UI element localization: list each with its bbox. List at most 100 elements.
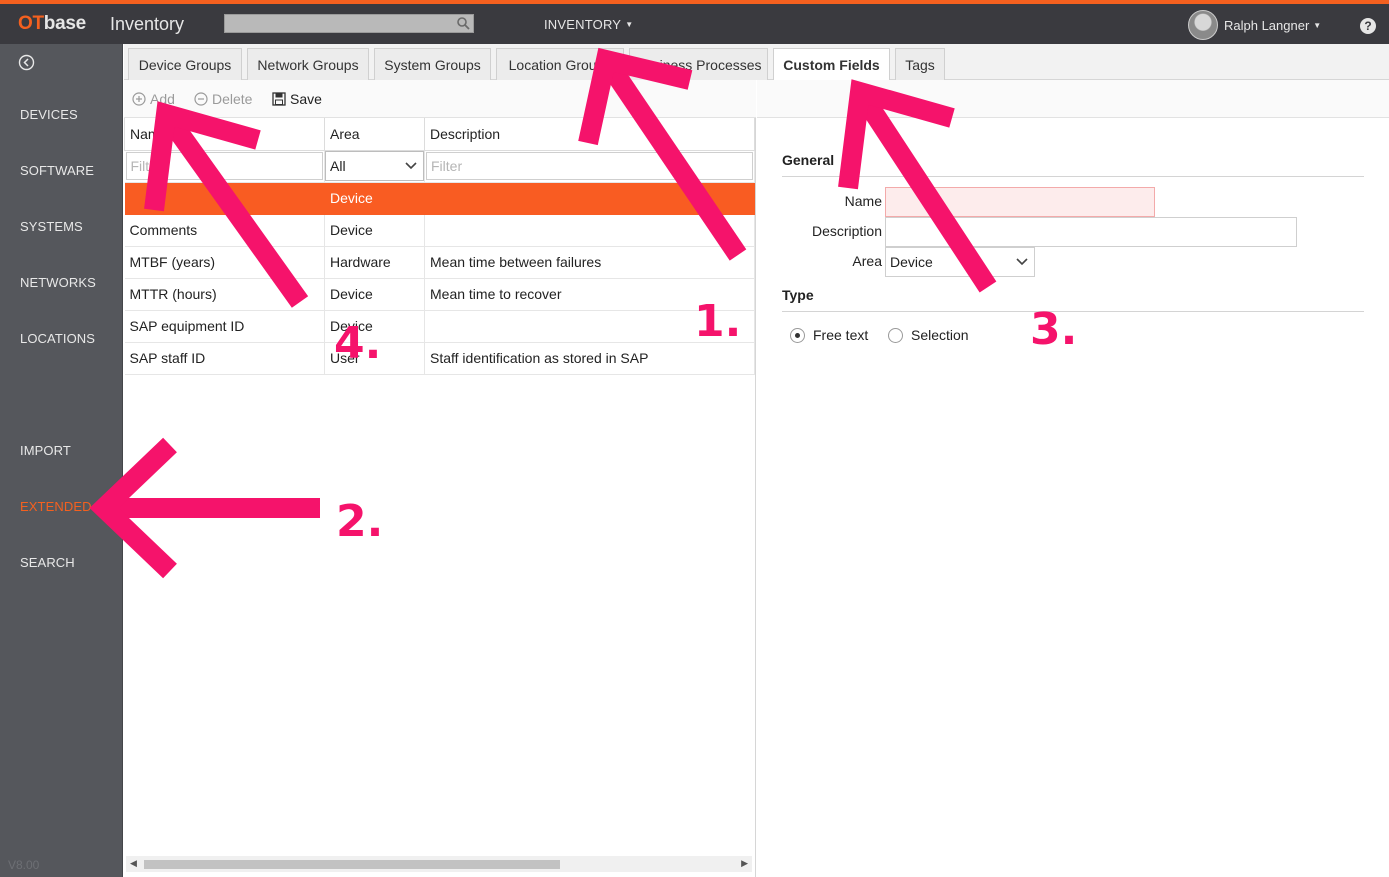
annotation-label-1: 1.: [694, 296, 742, 347]
inventory-menu-label: INVENTORY: [544, 17, 622, 32]
radio-selected-icon: [790, 327, 805, 343]
custom-fields-grid: Name Area Description Filter All Filter …: [124, 118, 755, 375]
table-row[interactable]: Comments Device: [124, 214, 755, 247]
name-label: Name: [844, 193, 882, 209]
chevron-down-icon: [1016, 258, 1028, 266]
sidebar-item-devices[interactable]: DEVICES: [20, 107, 78, 122]
tab-custom-fields[interactable]: Custom Fields: [773, 48, 890, 81]
column-header-area[interactable]: Area: [324, 118, 425, 151]
description-label: Description: [811, 223, 882, 239]
cell-name: SAP equipment ID: [124, 310, 325, 343]
sidebar: DEVICES SOFTWARE SYSTEMS NETWORKS LOCATI…: [0, 44, 123, 877]
global-search-input[interactable]: [224, 14, 474, 33]
area-filter-select[interactable]: All: [325, 151, 424, 181]
cell-area: Hardware: [324, 246, 425, 279]
cell-name: [124, 182, 325, 215]
general-section-title: General: [782, 152, 835, 168]
cell-name: MTTR (hours): [124, 278, 325, 311]
user-menu[interactable]: Ralph Langner ▼: [1188, 10, 1321, 40]
area-filter-value: All: [330, 158, 346, 174]
plus-circle-icon: [132, 92, 146, 106]
custom-fields-list-pane: Add Delete Save Name Area Description Fi…: [124, 80, 756, 877]
avatar: [1188, 10, 1218, 40]
tab-system-groups[interactable]: System Groups: [374, 48, 491, 80]
annotation-label-3: 3.: [1030, 304, 1078, 355]
app-logo[interactable]: OTbase: [18, 13, 86, 35]
sidebar-item-extended[interactable]: EXTENDED: [20, 499, 92, 514]
save-button[interactable]: Save: [272, 91, 322, 107]
annotation-label-4: 4.: [334, 318, 382, 369]
floppy-disk-icon: [272, 92, 286, 106]
save-label: Save: [290, 91, 322, 107]
area-select[interactable]: Device: [885, 247, 1035, 277]
type-selection-label: Selection: [911, 327, 969, 343]
app-title: Inventory: [110, 14, 185, 34]
cell-area: Device: [324, 278, 425, 311]
tab-network-groups[interactable]: Network Groups: [247, 48, 369, 80]
minus-circle-icon: [194, 92, 208, 106]
caret-down-icon: ▼: [625, 20, 634, 29]
cell-area: Device: [324, 214, 425, 247]
tab-location-groups[interactable]: Location Groups: [496, 48, 624, 80]
table-row[interactable]: MTBF (years) Hardware Mean time between …: [124, 246, 755, 279]
annotation-label-2: 2.: [336, 496, 384, 547]
user-name: Ralph Langner: [1224, 17, 1310, 33]
inventory-menu[interactable]: INVENTORY ▼: [544, 17, 633, 32]
name-field[interactable]: [885, 187, 1155, 217]
cell-description: [424, 182, 755, 215]
sidebar-item-import[interactable]: IMPORT: [20, 443, 71, 458]
search-icon: [457, 17, 470, 30]
logo-base: base: [43, 13, 86, 34]
area-select-value: Device: [890, 254, 933, 270]
delete-label: Delete: [212, 91, 253, 107]
column-header-name[interactable]: Name: [124, 118, 325, 151]
add-label: Add: [150, 91, 175, 107]
version-label: V8.00: [8, 858, 40, 872]
cell-description: Mean time between failures: [424, 246, 755, 279]
horizontal-scrollbar[interactable]: ◀ ▶: [126, 856, 752, 872]
table-row[interactable]: Device: [124, 182, 755, 215]
sidebar-item-software[interactable]: SOFTWARE: [20, 163, 94, 178]
sidebar-item-systems[interactable]: SYSTEMS: [20, 219, 83, 234]
table-row[interactable]: SAP staff ID User Staff identification a…: [124, 342, 755, 375]
area-label: Area: [852, 253, 882, 269]
type-section-title: Type: [782, 287, 814, 303]
cell-name: MTBF (years): [124, 246, 325, 279]
cell-name: SAP staff ID: [124, 342, 325, 375]
top-bar: OTbase Inventory INVENTORY ▼ Ralph Langne…: [0, 0, 1389, 44]
detail-toolbar: [757, 80, 1389, 118]
filter-row: Filter All Filter: [124, 150, 755, 183]
caret-down-icon: ▼: [1313, 20, 1322, 30]
name-filter-input[interactable]: Filter: [125, 152, 323, 180]
cell-name: Comments: [124, 214, 325, 247]
table-row[interactable]: SAP equipment ID Device: [124, 310, 755, 343]
list-toolbar: Add Delete Save: [124, 80, 756, 118]
type-selection-radio[interactable]: Selection: [888, 327, 969, 343]
delete-button[interactable]: Delete: [194, 91, 252, 107]
scrollbar-thumb[interactable]: [144, 860, 560, 869]
tab-tags[interactable]: Tags: [895, 48, 945, 80]
description-field[interactable]: [885, 217, 1297, 247]
description-filter-input[interactable]: Filter: [426, 152, 753, 180]
tab-bar: Device Groups Network Groups System Grou…: [124, 44, 1389, 81]
column-header-description[interactable]: Description: [424, 118, 755, 151]
sidebar-item-networks[interactable]: NETWORKS: [20, 275, 96, 290]
type-free-text-radio[interactable]: Free text: [790, 327, 868, 343]
back-arrow-icon[interactable]: [18, 54, 35, 71]
sidebar-item-locations[interactable]: LOCATIONS: [20, 331, 95, 346]
cell-description: [424, 214, 755, 247]
sidebar-item-search[interactable]: SEARCH: [20, 555, 75, 570]
cell-area: Device: [324, 182, 425, 215]
chevron-down-icon: [405, 162, 417, 170]
logo-ot: OT: [18, 13, 44, 34]
custom-field-detail-pane: General Name Description Area Device Typ…: [757, 80, 1389, 877]
divider: [782, 176, 1364, 177]
tab-device-groups[interactable]: Device Groups: [128, 48, 242, 80]
table-row[interactable]: MTTR (hours) Device Mean time to recover: [124, 278, 755, 311]
radio-unselected-icon: [888, 327, 903, 343]
scroll-right-icon[interactable]: ▶: [741, 858, 748, 869]
add-button[interactable]: Add: [132, 91, 175, 107]
scroll-left-icon[interactable]: ◀: [130, 858, 137, 869]
help-icon[interactable]: ?: [1360, 18, 1376, 34]
tab-business-processes[interactable]: Business Processes: [629, 48, 768, 80]
